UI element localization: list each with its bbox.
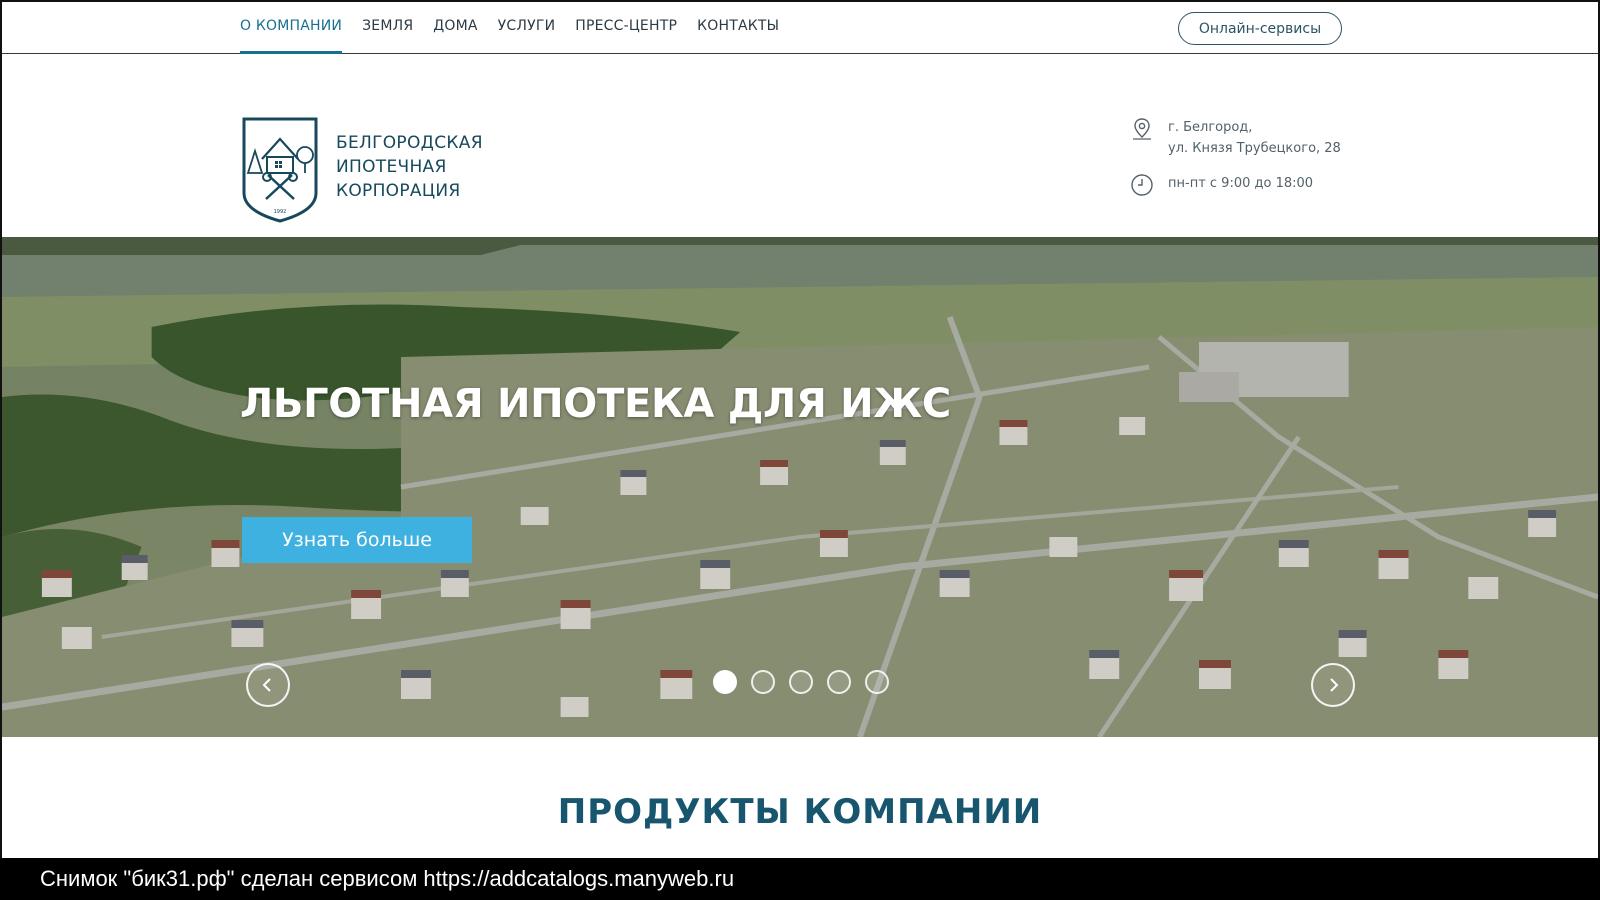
page-frame: О КОМПАНИИ ЗЕМЛЯ ДОМА УСЛУГИ ПРЕСС-ЦЕНТР… — [0, 0, 1600, 858]
hero-aerial-image — [2, 237, 1598, 737]
brand-name: БЕЛГОРОДСКАЯ ИПОТЕЧНАЯ КОРПОРАЦИЯ — [336, 131, 483, 203]
slider-pagination — [713, 670, 889, 694]
address-line-2: ул. Князя Трубецкого, 28 — [1168, 141, 1341, 156]
working-hours: пн-пт с 9:00 до 18:00 — [1168, 176, 1314, 191]
top-navigation: О КОМПАНИИ ЗЕМЛЯ ДОМА УСЛУГИ ПРЕСС-ЦЕНТР… — [2, 2, 1598, 54]
nav-item-houses[interactable]: ДОМА — [433, 2, 477, 54]
logo-year: 1992 — [274, 209, 287, 215]
slider-dot-4[interactable] — [827, 670, 851, 694]
nav-item-services[interactable]: УСЛУГИ — [498, 2, 556, 54]
hours-block: пн-пт с 9:00 до 18:00 — [1130, 173, 1313, 197]
slider-dot-1[interactable] — [713, 670, 737, 694]
nav-item-company[interactable]: О КОМПАНИИ — [240, 2, 343, 54]
address-line-1: г. Белгород, — [1168, 120, 1253, 135]
slider-next-button[interactable] — [1311, 663, 1355, 707]
nav-item-press-center[interactable]: ПРЕСС-ЦЕНТР — [575, 2, 677, 54]
chevron-right-icon — [1330, 678, 1339, 692]
slider-dot-2[interactable] — [751, 670, 775, 694]
slider-prev-button[interactable] — [246, 663, 290, 707]
hero-title: ЛЬГОТНАЯ ИПОТЕКА ДЛЯ ИЖС — [240, 381, 951, 427]
address-block: г. Белгород, ул. Князя Трубецкого, 28 — [1130, 117, 1341, 159]
brand-line-2: ИПОТЕЧНАЯ — [336, 157, 447, 177]
brand-line-3: КОРПОРАЦИЯ — [336, 181, 461, 201]
screenshot-caption: Снимок "бик31.рф" сделан сервисом https:… — [0, 858, 1600, 900]
nav-item-contacts[interactable]: КОНТАКТЫ — [697, 2, 779, 54]
nav-item-land[interactable]: ЗЕМЛЯ — [362, 2, 413, 54]
clock-icon — [1131, 174, 1153, 196]
chevron-left-icon — [262, 678, 271, 692]
site-header: 1992 БЕЛГОРОДСКАЯ ИПОТЕЧНАЯ КОРПОРАЦИЯ г… — [2, 55, 1598, 237]
online-services-button[interactable]: Онлайн-сервисы — [1178, 12, 1342, 45]
hero-slider: ЛЬГОТНАЯ ИПОТЕКА ДЛЯ ИЖС Узнать больше — [2, 237, 1598, 737]
location-pin-icon — [1133, 118, 1151, 140]
slider-dot-5[interactable] — [865, 670, 889, 694]
slider-dot-3[interactable] — [789, 670, 813, 694]
learn-more-button[interactable]: Узнать больше — [242, 517, 472, 563]
products-section-title: ПРОДУКТЫ КОМПАНИИ — [557, 792, 1043, 832]
brand-line-1: БЕЛГОРОДСКАЯ — [336, 133, 483, 153]
nav-menu: О КОМПАНИИ ЗЕМЛЯ ДОМА УСЛУГИ ПРЕСС-ЦЕНТР… — [240, 2, 799, 54]
company-logo[interactable]: 1992 — [240, 115, 320, 225]
